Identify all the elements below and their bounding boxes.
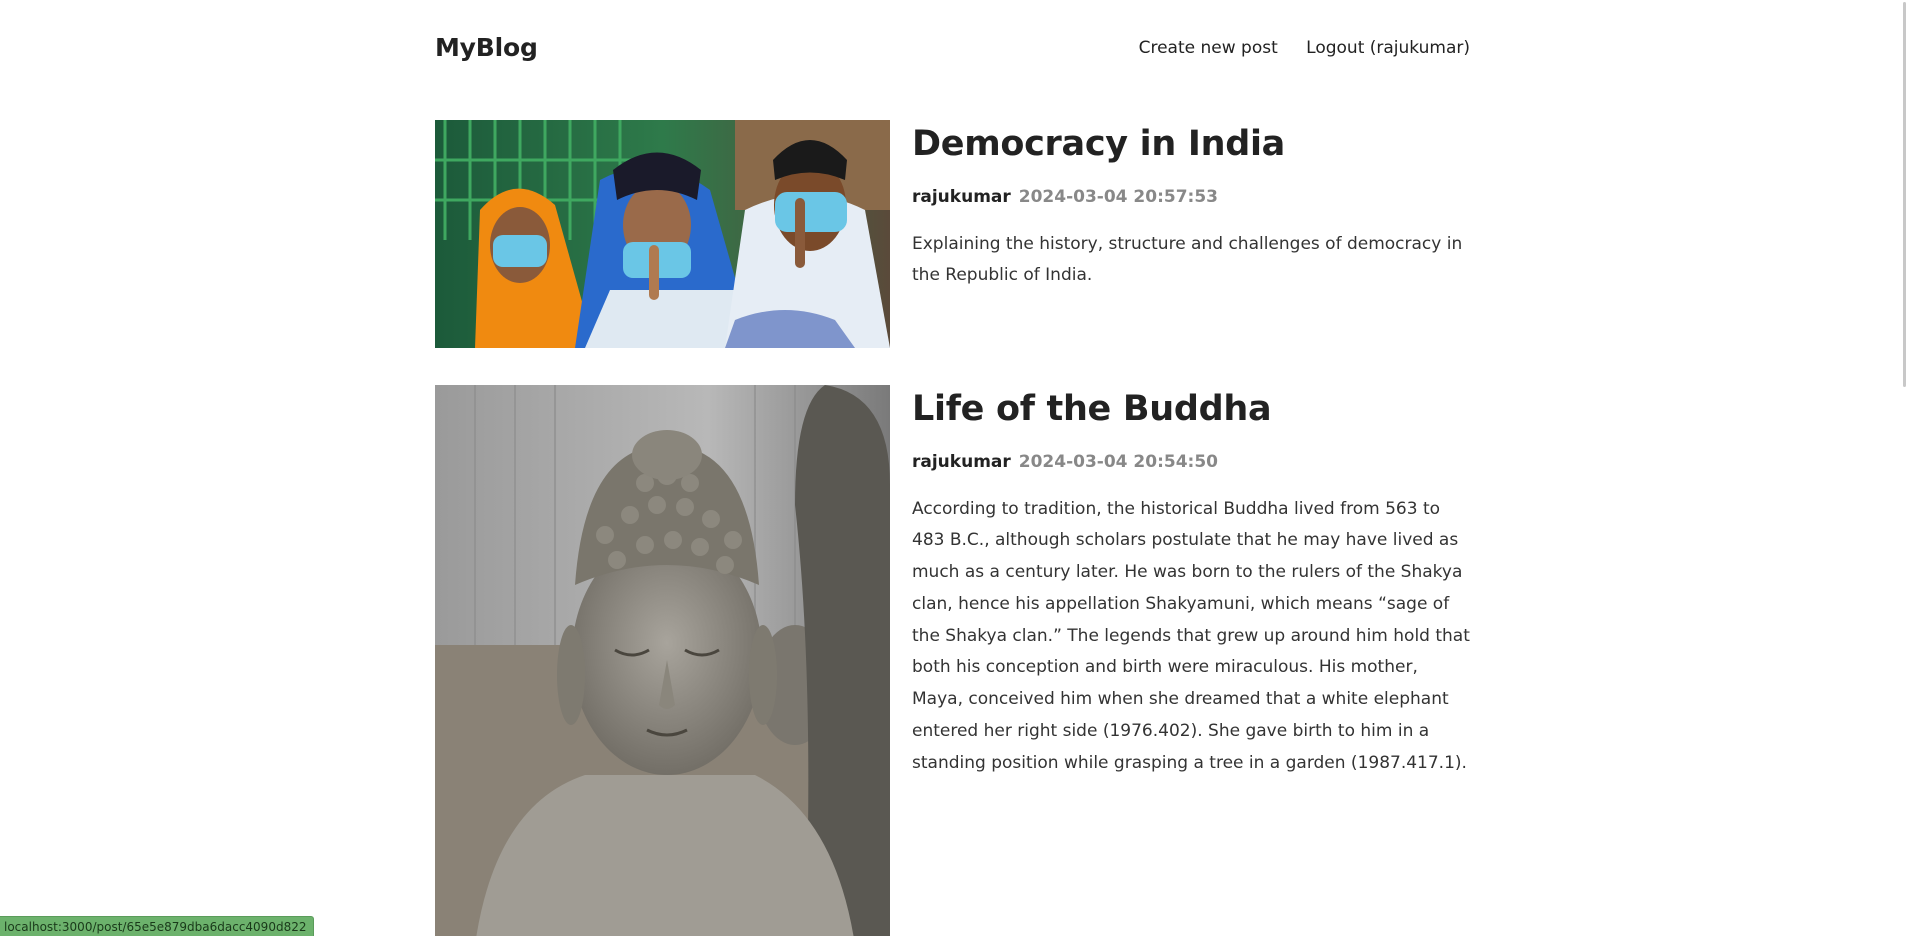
vertical-scrollbar[interactable] — [1895, 0, 1909, 936]
scrollbar-thumb[interactable] — [1903, 2, 1906, 387]
post-info: rajukumar 2024-03-04 20:54:50 — [912, 452, 1470, 472]
page: MyBlog Create new post Logout (rajukumar… — [0, 0, 1909, 936]
post-date: 2024-03-04 20:57:53 — [1018, 186, 1218, 207]
post-author: rajukumar — [912, 186, 1011, 207]
logout-link[interactable]: Logout (rajukumar) — [1306, 38, 1470, 58]
create-post-link[interactable]: Create new post — [1139, 38, 1278, 58]
main-container: MyBlog Create new post Logout (rajukumar… — [435, 0, 1470, 936]
voters-with-masks-image — [435, 120, 890, 348]
post-date: 2024-03-04 20:54:50 — [1018, 451, 1218, 472]
post-texts: Democracy in India rajukumar 2024-03-04 2… — [912, 120, 1470, 348]
post-image-link[interactable] — [435, 385, 890, 936]
header-nav: Create new post Logout (rajukumar) — [1116, 38, 1470, 58]
post-summary: According to tradition, the historical B… — [912, 498, 1470, 773]
post-item: Democracy in India rajukumar 2024-03-04 2… — [435, 120, 1470, 348]
buddha-statue-image — [435, 385, 890, 936]
post-title[interactable]: Democracy in India — [912, 122, 1470, 168]
site-header: MyBlog Create new post Logout (rajukumar… — [435, 0, 1470, 98]
link-status-bar: localhost:3000/post/65e5e879dba6dacc4090… — [0, 916, 315, 936]
post-author: rajukumar — [912, 451, 1011, 472]
post-title[interactable]: Life of the Buddha — [912, 387, 1470, 433]
post-item: Life of the Buddha rajukumar 2024-03-04 2… — [435, 385, 1470, 936]
logo-link[interactable]: MyBlog — [435, 33, 538, 62]
post-summary: Explaining the history, structure and ch… — [912, 233, 1463, 286]
post-image-link[interactable] — [435, 120, 890, 348]
post-texts: Life of the Buddha rajukumar 2024-03-04 2… — [912, 385, 1470, 936]
post-info: rajukumar 2024-03-04 20:57:53 — [912, 187, 1470, 207]
